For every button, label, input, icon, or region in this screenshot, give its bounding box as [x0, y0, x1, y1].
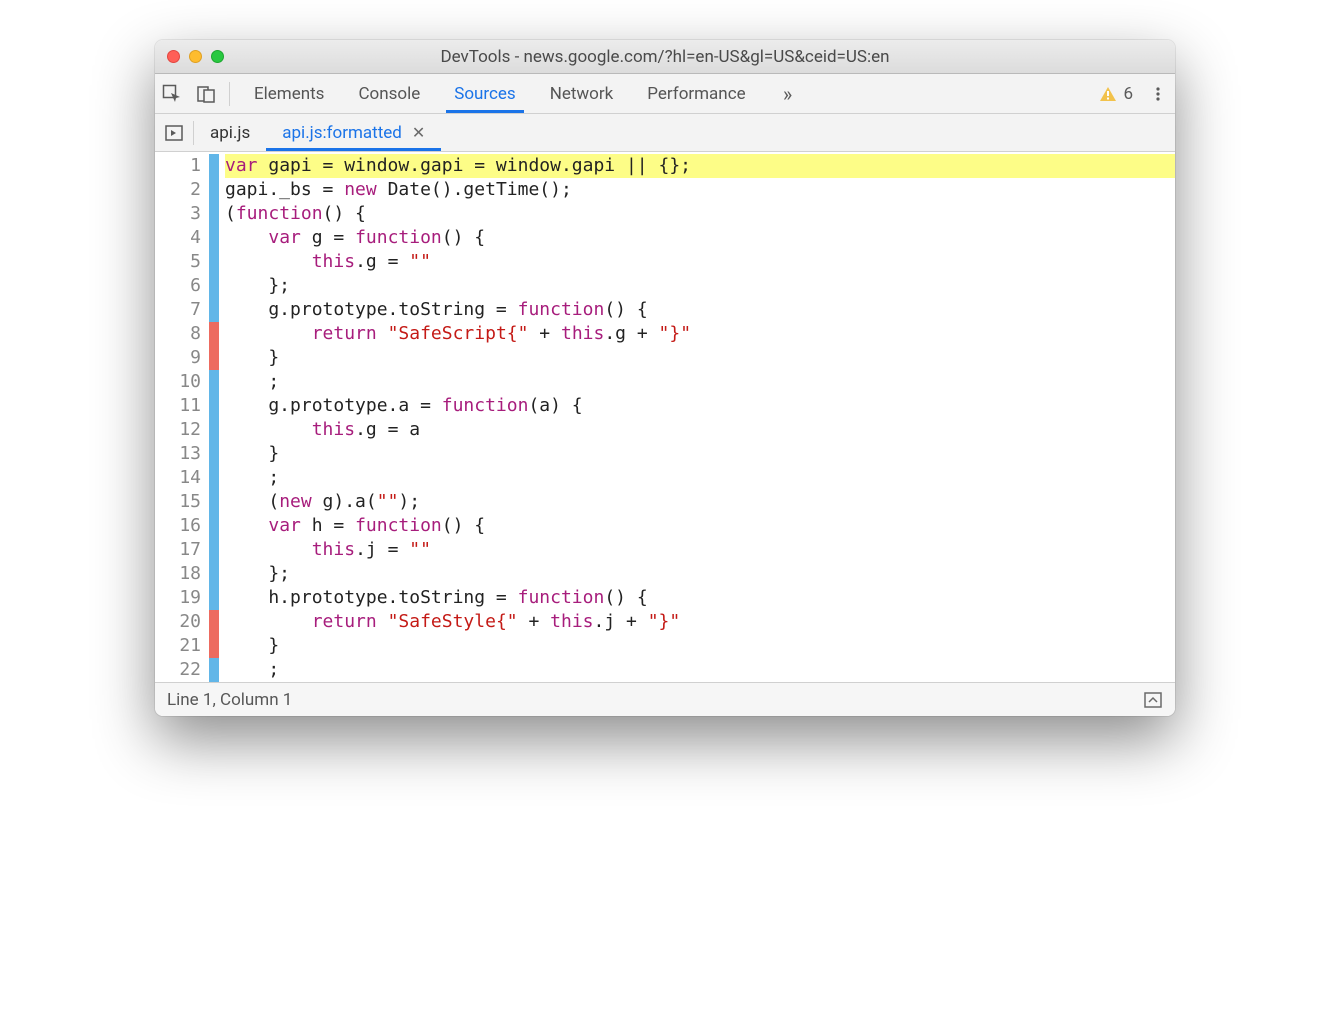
close-window-button[interactable]	[167, 50, 180, 63]
warning-icon	[1099, 85, 1117, 103]
code-content[interactable]: var gapi = window.gapi = window.gapi || …	[219, 152, 1175, 682]
close-tab-icon[interactable]: ✕	[412, 123, 425, 142]
warnings-badge[interactable]: 6	[1099, 84, 1133, 104]
drawer-toggle-icon[interactable]	[1143, 690, 1163, 710]
kebab-menu-icon[interactable]	[1141, 74, 1175, 114]
file-tab-label: api.js:formatted	[282, 123, 402, 143]
inspect-element-icon[interactable]	[155, 74, 189, 114]
tab-console[interactable]: Console	[350, 74, 428, 113]
tab-elements[interactable]: Elements	[246, 74, 332, 113]
minimize-window-button[interactable]	[189, 50, 202, 63]
window-title: DevTools - news.google.com/?hl=en-US&gl=…	[155, 47, 1175, 67]
device-toolbar-icon[interactable]	[189, 74, 223, 114]
file-tab-api-js-formatted[interactable]: api.js:formatted ✕	[266, 114, 441, 151]
file-tab-label: api.js	[210, 123, 250, 143]
devtools-window: DevTools - news.google.com/?hl=en-US&gl=…	[155, 40, 1175, 716]
line-number-gutter: 12345678910111213141516171819202122	[155, 152, 209, 682]
tab-sources[interactable]: Sources	[446, 74, 523, 113]
more-tabs-button[interactable]: »	[772, 74, 804, 113]
status-bar: Line 1, Column 1	[155, 682, 1175, 716]
file-tabs-bar: api.js api.js:formatted ✕	[155, 114, 1175, 152]
cursor-position: Line 1, Column 1	[167, 690, 292, 710]
warning-count: 6	[1123, 84, 1133, 104]
traffic-lights	[167, 50, 224, 63]
devtools-toolbar: Elements Console Sources Network Perform…	[155, 74, 1175, 114]
maximize-window-button[interactable]	[211, 50, 224, 63]
file-tab-api-js[interactable]: api.js	[194, 114, 266, 151]
code-editor[interactable]: 12345678910111213141516171819202122 var …	[155, 152, 1175, 682]
tab-performance[interactable]: Performance	[639, 74, 753, 113]
panel-tabs: Elements Console Sources Network Perform…	[246, 74, 1099, 113]
separator	[229, 82, 230, 106]
titlebar: DevTools - news.google.com/?hl=en-US&gl=…	[155, 40, 1175, 74]
tab-network[interactable]: Network	[542, 74, 622, 113]
navigator-toggle-icon[interactable]	[155, 114, 193, 152]
coverage-gutter	[209, 152, 219, 682]
